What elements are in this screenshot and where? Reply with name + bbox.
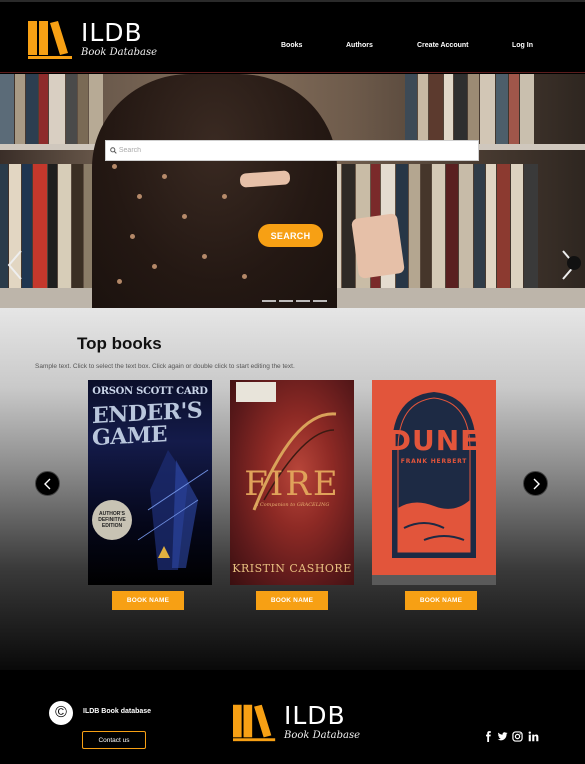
spaceship-illustration xyxy=(137,450,209,570)
book-name-button[interactable]: BOOK NAME xyxy=(256,591,328,610)
barcode-sticker xyxy=(236,382,276,402)
book-cover-dune[interactable]: DUNE FRANK HERBERT xyxy=(372,380,496,585)
contact-us-button[interactable]: Contact us xyxy=(82,731,146,749)
book-author: ORSON SCOTT CARD xyxy=(92,386,208,397)
search-button[interactable]: SEARCH xyxy=(258,224,323,247)
book-title: DUNE xyxy=(387,424,481,457)
book-author: FRANK HERBERT xyxy=(400,458,468,465)
slide-dot[interactable] xyxy=(262,300,276,302)
section-title: Top books xyxy=(77,334,162,353)
slide-dot[interactable] xyxy=(313,300,327,302)
site-header: ILDB Book Database Books Authors Create … xyxy=(0,0,585,73)
book-cover-enders-game[interactable]: ORSON SCOTT CARD ENDER'S GAME AUTHOR'S D… xyxy=(88,380,212,585)
twitter-icon[interactable] xyxy=(497,731,508,742)
site-logo[interactable]: ILDB Book Database xyxy=(28,17,157,61)
book-name-button[interactable]: BOOK NAME xyxy=(112,591,184,610)
hero-slide-indicators xyxy=(262,300,327,302)
chevron-left-icon xyxy=(43,478,50,489)
logo-name: ILDB xyxy=(284,701,346,730)
book-title: ENDER'S GAME xyxy=(92,397,203,452)
instagram-icon[interactable] xyxy=(512,731,523,742)
slideshow-play-button[interactable] xyxy=(567,256,581,270)
book-title: FIRE xyxy=(244,464,340,504)
chevron-left-icon xyxy=(7,250,22,280)
chevron-right-icon xyxy=(533,478,540,489)
book-subtitle: A Companion to GRACELING xyxy=(254,502,330,508)
search-bar[interactable] xyxy=(105,140,479,161)
footer-brand-text: ILDB Book database xyxy=(83,708,152,715)
nav-authors[interactable]: Authors xyxy=(346,42,373,49)
footer-logo[interactable]: ILDB Book Database xyxy=(233,700,360,744)
nav-books[interactable]: Books xyxy=(281,42,302,49)
copyright-icon: © xyxy=(49,701,73,725)
search-icon xyxy=(110,147,117,154)
hero-prev-arrow[interactable] xyxy=(6,249,24,281)
reader-photo xyxy=(92,74,337,308)
carousel-next-button[interactable] xyxy=(523,471,548,496)
nav-log-in[interactable]: Log In xyxy=(512,42,533,49)
main-nav: Books Authors Create Account Log In xyxy=(0,42,585,54)
hero-banner xyxy=(0,74,585,308)
facebook-icon[interactable] xyxy=(483,731,494,742)
section-description: Sample text. Click to select the text bo… xyxy=(35,363,295,370)
nav-create-account[interactable]: Create Account xyxy=(417,42,468,49)
book-name-button[interactable]: BOOK NAME xyxy=(405,591,477,610)
books-logo-icon xyxy=(233,700,279,744)
search-input[interactable] xyxy=(116,141,478,160)
book-cover-fire[interactable]: FIRE A Companion to GRACELING KRISTIN CA… xyxy=(230,380,354,585)
book-edition-badge: AUTHOR'S DEFINITIVE EDITION xyxy=(92,500,132,540)
linkedin-icon[interactable] xyxy=(528,731,539,742)
book-author: KRISTIN CASHORE xyxy=(232,562,352,575)
carousel-prev-button[interactable] xyxy=(35,471,60,496)
logo-tagline: Book Database xyxy=(284,730,361,741)
slide-dot[interactable] xyxy=(296,300,310,302)
dune-emblem xyxy=(392,392,476,558)
books-logo-icon xyxy=(28,17,76,61)
slide-dot[interactable] xyxy=(279,300,293,302)
